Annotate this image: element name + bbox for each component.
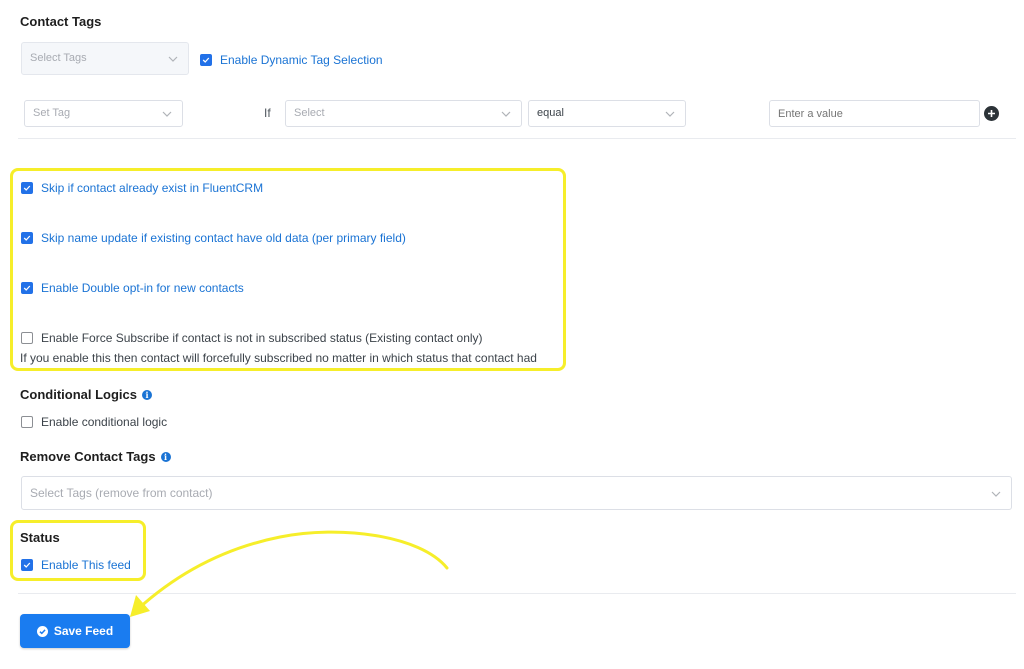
remove-tags-title: Remove Contact Tags	[20, 449, 156, 464]
option-checkbox[interactable]	[21, 282, 33, 294]
enable-feed-label: Enable This feed	[41, 558, 131, 572]
condition-field-dropdown[interactable]: Select	[285, 100, 522, 127]
force-subscribe-help: If you enable this then contact will for…	[20, 351, 537, 365]
save-feed-button[interactable]: Save Feed	[20, 614, 130, 648]
check-circle-icon	[36, 625, 48, 637]
contact-tags-title: Contact Tags	[20, 14, 102, 29]
chevron-down-icon	[991, 491, 1001, 497]
operator-value: equal	[537, 107, 564, 119]
conditional-logic-checkbox[interactable]	[21, 416, 33, 428]
option-label: Skip name update if existing contact hav…	[41, 231, 406, 245]
dynamic-tag-checkbox[interactable]	[200, 54, 212, 66]
option-checkbox[interactable]	[21, 332, 33, 344]
chevron-down-icon	[665, 111, 675, 117]
chevron-down-icon	[168, 56, 178, 62]
plus-icon	[988, 110, 995, 117]
info-icon[interactable]: i	[142, 390, 152, 400]
option-checkbox[interactable]	[21, 232, 33, 244]
check-icon	[23, 235, 31, 241]
option-row[interactable]: Skip if contact already exist in FluentC…	[21, 181, 263, 195]
select-tags-placeholder: Select Tags	[30, 52, 87, 64]
option-row[interactable]: Skip name update if existing contact hav…	[21, 231, 406, 245]
option-row[interactable]: Enable Double opt-in for new contacts	[21, 281, 244, 295]
if-label: If	[264, 106, 271, 120]
option-label: Enable Force Subscribe if contact is not…	[41, 331, 483, 345]
conditional-logics-heading: Conditional Logics i	[20, 387, 152, 402]
save-feed-label: Save Feed	[53, 624, 114, 638]
option-row[interactable]: Enable Force Subscribe if contact is not…	[21, 331, 483, 345]
condition-value-input[interactable]	[769, 100, 980, 127]
select-tags-dropdown[interactable]: Select Tags	[21, 42, 189, 75]
enable-feed-checkbox[interactable]	[21, 559, 33, 571]
condition-field-placeholder: Select	[294, 107, 325, 119]
enable-feed-row[interactable]: Enable This feed	[21, 558, 131, 572]
operator-dropdown[interactable]: equal	[528, 100, 686, 127]
remove-tags-dropdown[interactable]: Select Tags (remove from contact)	[21, 476, 1012, 510]
conditional-logics-title: Conditional Logics	[20, 387, 137, 402]
remove-tags-heading: Remove Contact Tags i	[20, 449, 171, 464]
check-icon	[23, 562, 31, 568]
option-label: Skip if contact already exist in FluentC…	[41, 181, 264, 195]
remove-tags-placeholder: Select Tags (remove from contact)	[30, 486, 213, 500]
conditional-logic-label: Enable conditional logic	[41, 415, 168, 429]
dynamic-tag-checkbox-row[interactable]: Enable Dynamic Tag Selection	[200, 53, 383, 67]
option-label: Enable Double opt-in for new contacts	[41, 281, 244, 295]
check-icon	[202, 57, 210, 63]
status-title: Status	[20, 530, 60, 545]
dynamic-tag-label: Enable Dynamic Tag Selection	[220, 53, 383, 67]
divider	[18, 138, 1016, 139]
add-rule-button[interactable]	[984, 106, 999, 121]
option-checkbox[interactable]	[21, 182, 33, 194]
chevron-down-icon	[162, 111, 172, 117]
chevron-down-icon	[501, 111, 511, 117]
annotation-arrow-icon	[130, 530, 449, 617]
conditional-logic-row[interactable]: Enable conditional logic	[21, 415, 167, 429]
info-icon[interactable]: i	[160, 452, 171, 462]
check-icon	[23, 285, 31, 291]
check-icon	[23, 185, 31, 191]
set-tag-dropdown[interactable]: Set Tag	[24, 100, 183, 127]
set-tag-placeholder: Set Tag	[33, 107, 71, 119]
